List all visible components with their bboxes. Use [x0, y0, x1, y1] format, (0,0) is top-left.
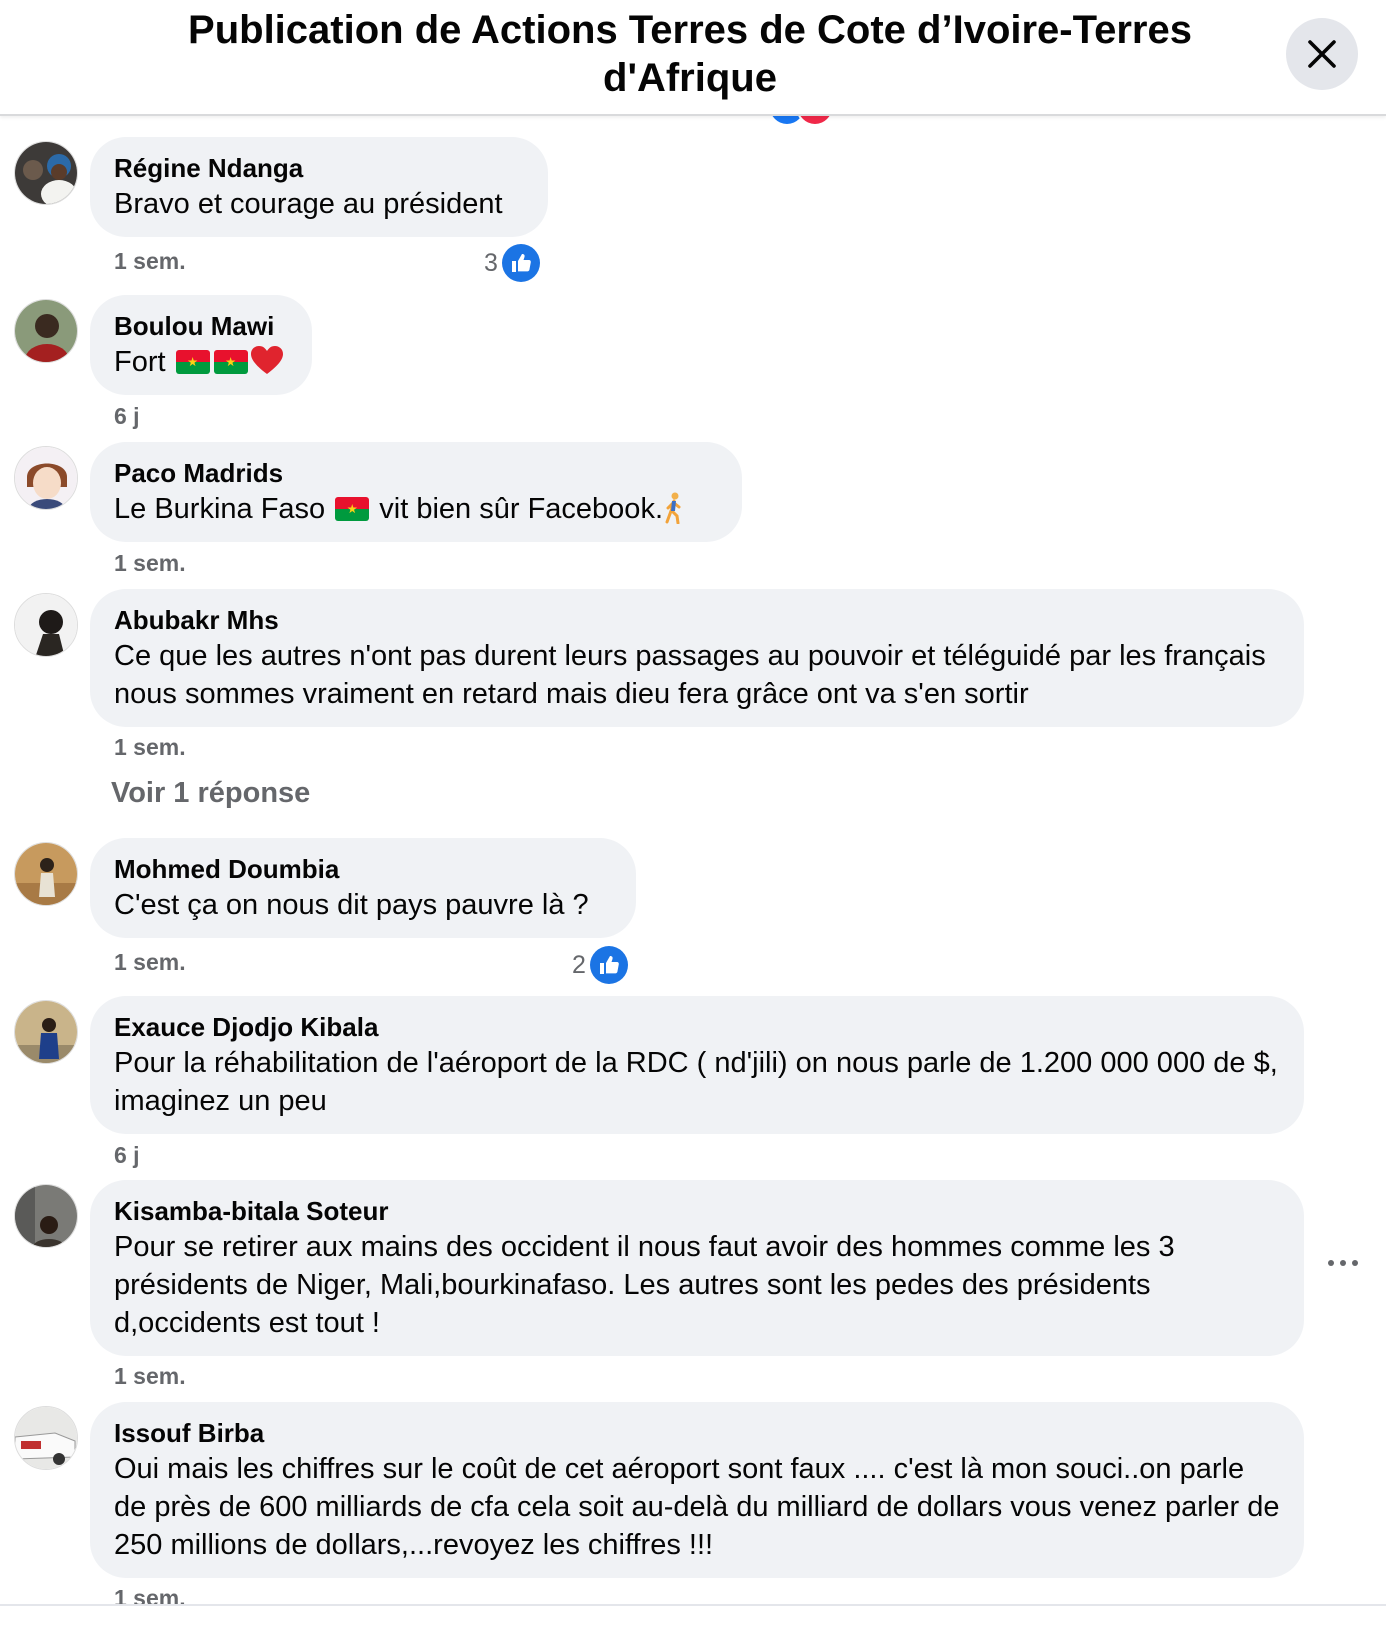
comment-text: Fort [114, 343, 288, 381]
comment-time[interactable]: 1 sem. [114, 1583, 186, 1613]
comment-bubble: Exauce Djodjo Kibala Pour la réhabilitat… [90, 996, 1304, 1134]
like-count[interactable]: 2 [572, 946, 628, 984]
comment-time[interactable]: 1 sem. [114, 947, 186, 977]
comment-text: Bravo et courage au président [114, 188, 503, 220]
thumbs-up-icon [589, 946, 628, 984]
red-heart-icon [250, 346, 283, 374]
comment-author[interactable]: Kisamba-bitala Soteur [114, 1194, 1280, 1228]
burkina-faso-flag-icon [213, 350, 248, 374]
comment-time[interactable]: 6 j [114, 1140, 140, 1170]
comment-time[interactable]: 1 sem. [114, 246, 186, 276]
avatar[interactable] [14, 299, 78, 363]
comment-text-end: vit bien sûr Facebook. [379, 493, 663, 525]
comment-bubble: Mohmed Doumbia C'est ça on nous dit pays… [90, 838, 636, 938]
close-button[interactable] [1286, 18, 1358, 90]
avatar[interactable] [14, 1406, 78, 1470]
comment-text: Pour la réhabilitation de l'aéroport de … [114, 1047, 1278, 1117]
thumbs-up-icon [501, 244, 540, 282]
close-icon [1308, 40, 1336, 68]
comment-text: C'est ça on nous dit pays pauvre là ? [114, 889, 589, 921]
ellipsis-dot-icon [1340, 1260, 1346, 1266]
like-count-value: 3 [484, 248, 498, 277]
comment-author[interactable]: Abubakr Mhs [114, 603, 1280, 637]
comment-author[interactable]: Issouf Birba [114, 1416, 1280, 1450]
view-replies-link[interactable]: Voir 1 réponse [111, 777, 310, 810]
dialog-title: Publication de Actions Terres de Cote d’… [188, 8, 1192, 100]
comment-author[interactable]: Régine Ndanga [114, 151, 524, 185]
comment-text: Pour se retirer aux mains des occident i… [114, 1231, 1175, 1339]
comment-author[interactable]: Mohmed Doumbia [114, 852, 612, 886]
comment-bubble: Boulou Mawi Fort [90, 295, 312, 395]
avatar[interactable] [14, 141, 78, 205]
comment-text: Ce que les autres n'ont pas durent leurs… [114, 640, 1266, 710]
more-options-button[interactable] [1318, 1248, 1368, 1278]
comment-text-value: Fort [114, 346, 166, 378]
comment-time[interactable]: 1 sem. [114, 1361, 186, 1391]
comment-bubble: Paco Madrids Le Burkina Faso vit bien sû… [90, 442, 742, 542]
comment-text: Oui mais les chiffres sur le coût de cet… [114, 1453, 1280, 1561]
like-count-value: 2 [572, 950, 586, 979]
avatar[interactable] [14, 1184, 78, 1248]
comment-author[interactable]: Exauce Djodjo Kibala [114, 1010, 1280, 1044]
comment-author[interactable]: Paco Madrids [114, 456, 718, 490]
comment-text-start: Le Burkina Faso [114, 493, 326, 525]
bottom-divider [0, 1604, 1386, 1606]
comment-text: Le Burkina Faso vit bien sûr Facebook. [114, 490, 718, 528]
avatar[interactable] [14, 1000, 78, 1064]
comment-time[interactable]: 6 j [114, 401, 140, 431]
comment-time[interactable]: 1 sem. [114, 548, 186, 578]
comment-time[interactable]: 1 sem. [114, 732, 186, 762]
burkina-faso-flag-icon [175, 350, 210, 374]
burkina-faso-flag-icon [335, 497, 370, 521]
ellipsis-dot-icon [1328, 1260, 1334, 1266]
avatar[interactable] [14, 842, 78, 906]
avatar[interactable] [14, 446, 78, 510]
comment-bubble: Régine Ndanga Bravo et courage au présid… [90, 137, 548, 237]
dialog-header: Publication de Actions Terres de Cote d’… [0, 0, 1386, 116]
comment-bubble: Abubakr Mhs Ce que les autres n'ont pas … [90, 589, 1304, 727]
comment-bubble: Issouf Birba Oui mais les chiffres sur l… [90, 1402, 1304, 1578]
person-walking-icon [665, 492, 681, 524]
ellipsis-dot-icon [1352, 1260, 1358, 1266]
like-count[interactable]: 3 [484, 244, 540, 282]
avatar[interactable] [14, 593, 78, 657]
comment-author[interactable]: Boulou Mawi [114, 309, 288, 343]
comment-bubble: Kisamba-bitala Soteur Pour se retirer au… [90, 1180, 1304, 1356]
